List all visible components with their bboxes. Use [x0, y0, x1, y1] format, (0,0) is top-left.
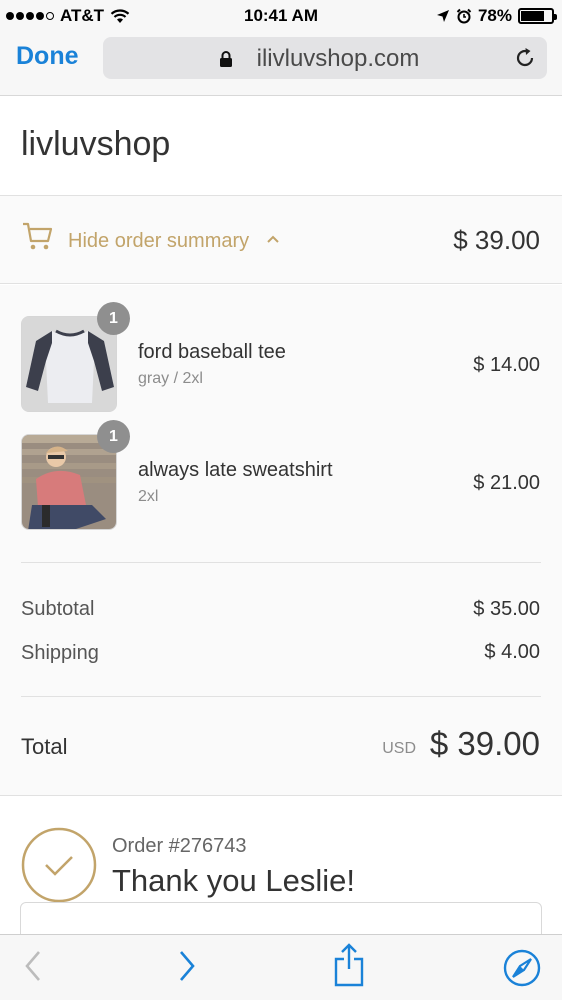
status-bar: AT&T 10:41 AM 78%: [0, 0, 562, 32]
shipping-value: $ 4.00: [484, 641, 540, 663]
line-item: 1 ford baseball tee gray / 2xl $ 14.00: [0, 285, 562, 412]
divider: [21, 696, 541, 697]
quantity-badge: 1: [97, 302, 130, 335]
browser-url-bar: Done ilivluvshop.com: [0, 32, 562, 96]
chevron-up-icon: [267, 235, 279, 243]
product-price: $ 21.00: [473, 472, 540, 494]
battery-percent: 78%: [477, 6, 512, 25]
toggle-total: $ 39.00: [453, 225, 540, 255]
product-name: always late sweatshirt: [138, 459, 333, 481]
thank-you-heading: Thank you Leslie!: [112, 863, 355, 898]
url-label: ilivluvshop.com: [256, 45, 420, 72]
forward-arrow-icon[interactable]: [176, 949, 198, 983]
subtotal-label: Subtotal: [21, 598, 95, 620]
share-icon[interactable]: [333, 943, 365, 987]
order-number: Order #276743: [112, 835, 247, 857]
browser-toolbar: [0, 934, 562, 1000]
product-price: $ 14.00: [473, 354, 540, 376]
order-summary: 1 ford baseball tee gray / 2xl $ 14.00 1…: [0, 285, 562, 796]
done-button[interactable]: Done: [16, 42, 79, 71]
total-label: Total: [21, 734, 68, 759]
compass-icon[interactable]: [503, 949, 541, 987]
shop-header: livluvshop: [0, 97, 562, 196]
total-value: $ 39.00: [429, 725, 540, 762]
back-arrow-icon[interactable]: [22, 949, 44, 983]
subtotal-value: $ 35.00: [473, 598, 540, 620]
total-currency: USD: [382, 740, 416, 757]
product-variant: 2xl: [138, 488, 159, 505]
url-text: ilivluvshop.com: [103, 45, 547, 73]
shop-name[interactable]: livluvshop: [21, 125, 170, 164]
reload-icon[interactable]: [513, 46, 537, 70]
check-circle-icon: [21, 827, 97, 903]
divider: [21, 562, 541, 563]
toggle-label[interactable]: Hide order summary: [68, 230, 249, 253]
url-field[interactable]: ilivluvshop.com: [103, 37, 547, 79]
product-variant: gray / 2xl: [138, 370, 203, 387]
status-right: 78%: [436, 6, 557, 26]
shipping-label: Shipping: [21, 642, 99, 664]
order-summary-toggle[interactable]: Hide order summary $ 39.00: [0, 196, 562, 284]
quantity-badge: 1: [97, 420, 130, 453]
battery-icon: [518, 8, 557, 24]
line-item: 1 always late sweatshirt 2xl $ 21.00: [0, 403, 562, 530]
cart-icon: [23, 222, 53, 250]
order-confirmation: Order #276743 Thank you Leslie!: [0, 797, 562, 962]
location-arrow-icon: [436, 10, 449, 22]
product-name: ford baseball tee: [138, 341, 286, 363]
alarm-icon: [456, 8, 472, 24]
